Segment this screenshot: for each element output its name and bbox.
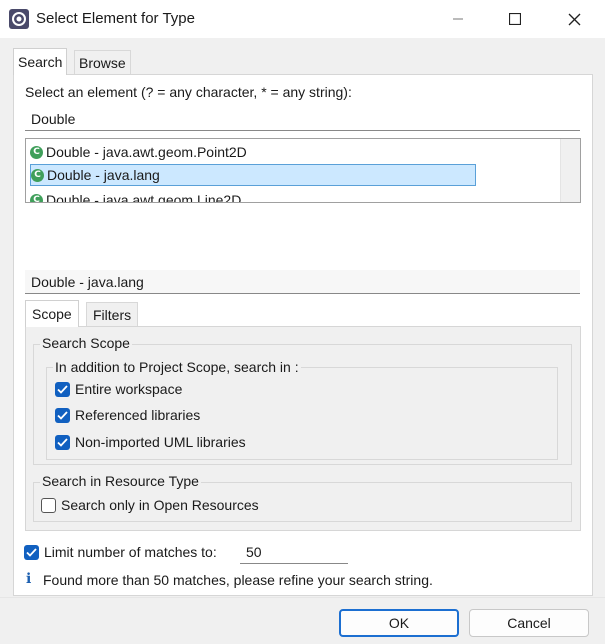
class-icon: C (30, 145, 43, 159)
limit-input-value: 50 (246, 543, 262, 560)
info-message: Found more than 50 matches, please refin… (43, 572, 433, 588)
ok-button[interactable]: OK (339, 609, 459, 637)
tab-filters[interactable]: Filters (86, 302, 139, 326)
checkbox-checked-icon (55, 381, 70, 397)
entire-workspace-checkbox[interactable]: Entire workspace (55, 381, 182, 397)
checkbox-label: Non-imported UML libraries (75, 434, 246, 450)
checkbox-label: Search only in Open Resources (61, 497, 259, 513)
selected-detail-field: Double - java.lang (25, 270, 580, 294)
list-item-label: Double - java.awt.geom.Line2D (46, 192, 242, 203)
search-scope-title: Search Scope (40, 335, 132, 351)
checkbox-unchecked-icon (41, 497, 56, 513)
info-icon: ℹ (26, 571, 32, 587)
class-icon: C (31, 168, 44, 182)
list-item-label: Double - java.lang (47, 167, 160, 183)
checkbox-checked-icon (55, 407, 70, 423)
maximize-icon (509, 13, 521, 25)
close-button[interactable] (551, 0, 597, 38)
search-input-value: Double (31, 110, 76, 127)
results-scrollbar[interactable] (560, 139, 580, 202)
search-prompt: Select an element (? = any character, * … (25, 84, 352, 100)
limit-input[interactable]: 50 (240, 540, 348, 564)
list-item-selected[interactable]: C Double - java.lang (30, 164, 476, 186)
non-imported-uml-checkbox[interactable]: Non-imported UML libraries (55, 434, 246, 450)
eclipse-icon (9, 9, 29, 29)
window-title: Select Element for Type (36, 10, 195, 27)
checkbox-checked-icon (24, 544, 39, 560)
class-icon: C (30, 193, 43, 202)
tab-browse[interactable]: Browse (74, 50, 131, 74)
checkbox-checked-icon (55, 434, 70, 450)
minimize-icon (453, 18, 463, 20)
tab-scope[interactable]: Scope (25, 300, 79, 327)
additional-scope-title: In addition to Project Scope, search in … (53, 359, 301, 375)
tab-search[interactable]: Search (13, 48, 68, 75)
list-item[interactable]: C Double - java.awt.geom.Point2D (30, 141, 470, 163)
results-list[interactable]: C Double - java.awt.geom.Point2D C Doubl… (25, 138, 581, 203)
checkbox-label: Referenced libraries (75, 407, 201, 423)
limit-matches-checkbox[interactable]: Limit number of matches to: (24, 544, 217, 560)
selected-detail-text: Double - java.lang (31, 273, 144, 290)
list-item-label: Double - java.awt.geom.Point2D (46, 144, 247, 160)
checkbox-label: Entire workspace (75, 381, 183, 397)
maximize-button[interactable] (492, 0, 538, 38)
resource-type-title: Search in Resource Type (40, 473, 201, 489)
checkbox-label: Limit number of matches to: (44, 544, 217, 560)
close-icon (568, 13, 580, 25)
open-resources-checkbox[interactable]: Search only in Open Resources (41, 497, 259, 513)
referenced-libraries-checkbox[interactable]: Referenced libraries (55, 407, 200, 423)
minimize-button[interactable] (435, 0, 481, 38)
search-input[interactable]: Double (25, 107, 580, 131)
list-item[interactable]: C Double - java.awt.geom.Line2D (30, 189, 470, 203)
cancel-button[interactable]: Cancel (469, 609, 589, 637)
